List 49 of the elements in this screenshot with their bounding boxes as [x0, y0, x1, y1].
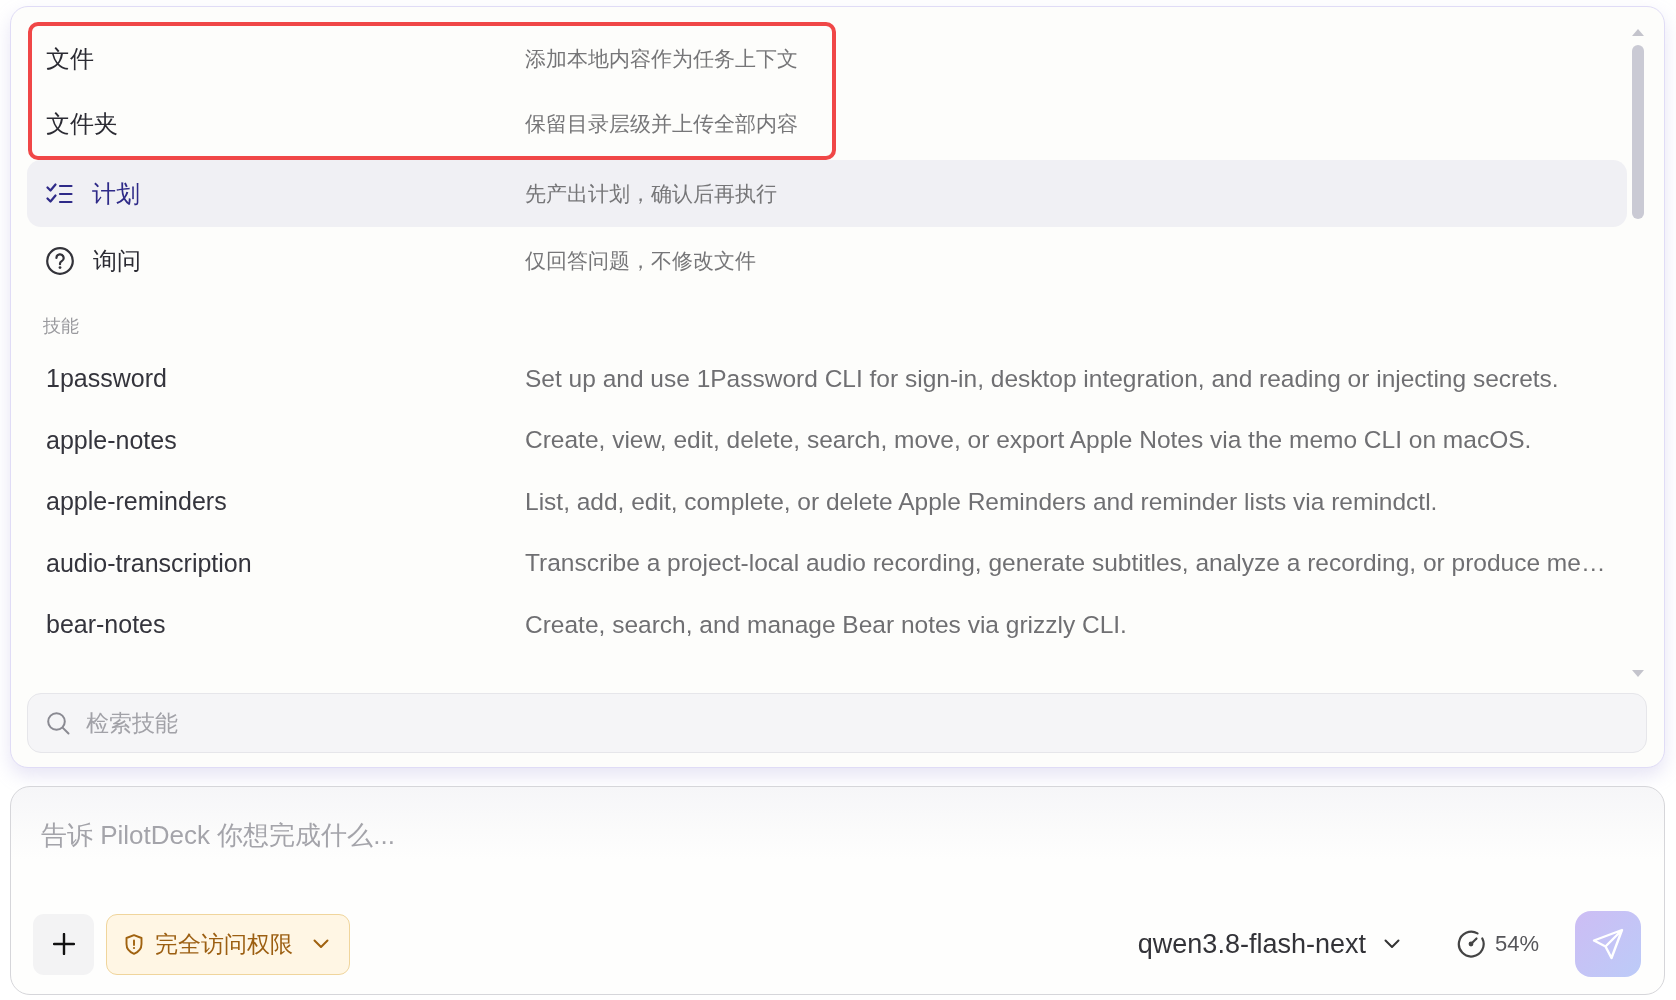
skill-description: Create, search, and manage Bear notes via grizzly CLI.: [525, 610, 1127, 639]
skill-name: bear-notes: [46, 610, 167, 640]
search-icon: [46, 711, 70, 735]
model-selector[interactable]: qwen3.8-flash-next: [1137, 924, 1400, 964]
skill-name: audio-transcription: [46, 548, 253, 578]
shield-icon: [125, 933, 143, 955]
paper-plane-icon: [1592, 928, 1624, 960]
skill-description: Set up and use 1Password CLI for sign-in, desktop integration, and reading or injecting secrets.: [525, 364, 1559, 393]
message-composer[interactable]: 告诉 PilotDeck 你想完成什么... 完全访问权限 qwen3.8-flash-next 54%: [10, 786, 1665, 995]
search-input[interactable]: 检索技能: [86, 709, 1646, 737]
menu-item-label: 文件夹: [46, 108, 118, 139]
menu-item-label: 计划: [92, 178, 140, 209]
gauge-icon: [1456, 930, 1485, 958]
permission-button[interactable]: 完全访问权限: [106, 913, 350, 975]
context-usage-text: 54%: [1494, 931, 1539, 957]
menu-item-description: 保留目录层级并上传全部内容: [525, 110, 798, 137]
question-icon: [46, 246, 74, 275]
skill-description: Transcribe a project-local audio recording, generate subtitles, analyze a recording, or produce me…: [525, 549, 1606, 578]
skill-description: List, add, edit, complete, or delete Apple Reminders and reminder lists via remindctl.: [525, 487, 1438, 516]
scroll-down-icon[interactable]: [1632, 670, 1644, 677]
chevron-down-icon: [1383, 939, 1400, 949]
add-button[interactable]: [33, 913, 94, 975]
send-button[interactable]: [1575, 911, 1641, 977]
menu-item-description: 仅回答问题，不修改文件: [525, 247, 756, 274]
chevron-down-icon: [313, 939, 329, 949]
section-heading: 技能: [42, 315, 79, 338]
menu-item-description: 添加本地内容作为任务上下文: [525, 45, 798, 72]
menu-item-label: 询问: [93, 245, 141, 276]
checklist-icon: [46, 182, 73, 205]
skill-item[interactable]: audio-transcription Transcribe a project-local audio recording, generate subtitles, analyze a recording, or produce me…: [27, 532, 1627, 594]
scroll-up-icon[interactable]: [1632, 29, 1644, 36]
skill-item[interactable]: apple-notes Create, view, edit, delete, search, move, or export Apple Notes via the memo CLI on macOS.: [27, 409, 1627, 471]
skill-description: Create, view, edit, delete, search, move, or export Apple Notes via the memo CLI on macOS.: [525, 426, 1532, 455]
menu-item[interactable]: 文件夹 保留目录层级并上传全部内容: [32, 91, 832, 156]
plus-icon: [52, 933, 75, 955]
menu-item[interactable]: 计划 先产出计划，确认后再执行: [27, 160, 1627, 227]
menu-item-label: 文件: [46, 43, 94, 74]
message-input[interactable]: 告诉 PilotDeck 你想完成什么...: [41, 818, 1641, 911]
skill-item[interactable]: 1password Set up and use 1Password CLI for sign-in, desktop integration, and reading or injecting secrets.: [27, 348, 1627, 410]
menu-item-description: 先产出计划，确认后再执行: [525, 180, 777, 207]
skill-name: apple-reminders: [46, 487, 228, 517]
menu-item[interactable]: 文件 添加本地内容作为任务上下文: [32, 26, 832, 91]
menu-item[interactable]: 询问 仅回答问题，不修改文件: [27, 227, 1627, 294]
skill-name: 1password: [46, 364, 168, 394]
skill-item[interactable]: apple-reminders List, add, edit, complete, or delete Apple Reminders and reminder lists via remindctl.: [27, 471, 1627, 533]
search-field[interactable]: 检索技能: [27, 693, 1647, 753]
skill-name: apple-notes: [46, 425, 178, 455]
scrollbar-thumb[interactable]: [1632, 45, 1644, 219]
skill-item[interactable]: bear-notes Create, search, and manage Bear notes via grizzly CLI.: [27, 594, 1627, 656]
